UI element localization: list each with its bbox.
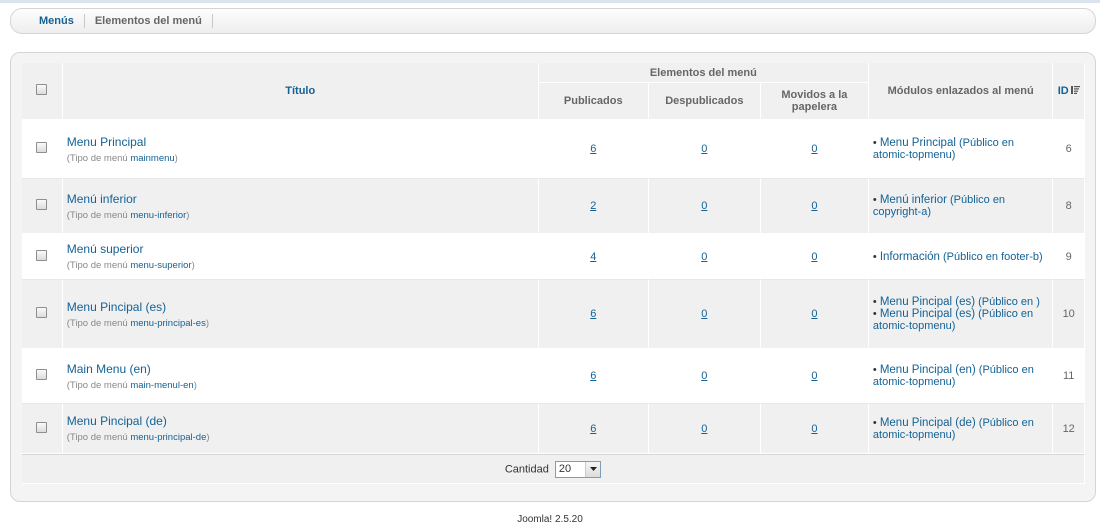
row-checkbox[interactable]: [36, 421, 48, 433]
menu-type: (Tipo de menú menu-superior): [66, 260, 195, 271]
menu-type: (Tipo de menú menu-inferior): [66, 209, 190, 221]
row-checkbox[interactable]: [36, 369, 48, 380]
linked-modules-cell: • Menu Principal (Público en atomic-topm…: [868, 120, 1054, 179]
menu-title-link[interactable]: Menú superior: [67, 242, 534, 256]
menu-type: (Tipo de menú main-menul-en): [66, 379, 197, 391]
linked-module[interactable]: • Menu Pincipal (en) (Público en atomic-…: [873, 364, 1048, 388]
linked-module[interactable]: • Menú inferior (Público en copyright-a): [873, 194, 1048, 218]
menu-title-link[interactable]: Menu Pincipal (de): [67, 414, 534, 428]
menu-type: (Tipo de menú menu-principal-es): [66, 317, 209, 329]
header-id[interactable]: ID: [1058, 85, 1069, 97]
row-checkbox-cell: [22, 120, 63, 179]
linked-modules-cell: • Información (Público en footer-b): [868, 234, 1054, 280]
row-checkbox-cell: [22, 179, 63, 234]
row-checkbox[interactable]: [36, 142, 48, 153]
unpublished-count-link[interactable]: 0: [701, 308, 707, 320]
row-checkbox[interactable]: [36, 199, 48, 210]
linked-module[interactable]: • Información (Público en footer-b): [873, 251, 1048, 263]
menu-title-link[interactable]: Menú inferior: [67, 192, 534, 206]
pagination-row: Cantidad 20: [22, 454, 1085, 484]
trashed-count-link[interactable]: 0: [811, 143, 817, 155]
trashed-count-link[interactable]: 0: [811, 423, 817, 435]
linked-modules-cell: • Menu Pincipal (de) (Público en atomic-…: [868, 404, 1054, 454]
table-row: Menu Pincipal (es) (Tipo de menú menu-pr…: [22, 280, 1085, 349]
chevron-down-icon[interactable]: [585, 461, 601, 477]
unpublished-count-link[interactable]: 0: [701, 200, 707, 212]
version-footer: Joomla! 2.5.20: [517, 514, 583, 525]
id-cell: 8: [1053, 179, 1085, 234]
row-checkbox-cell: [22, 234, 63, 280]
header-unpublished: Despublicados: [648, 83, 761, 120]
id-cell: 10: [1053, 280, 1085, 349]
unpublished-count-link[interactable]: 0: [701, 370, 707, 382]
unpublished-count-link[interactable]: 0: [701, 423, 707, 435]
menu-type: (Tipo de menú menu-principal-de): [66, 432, 210, 443]
row-checkbox[interactable]: [36, 307, 48, 318]
table-row: Menú superior (Tipo de menú menu-superio…: [22, 234, 1085, 280]
limit-value: 20: [558, 463, 572, 475]
menus-panel: Título Elementos del menú Módulos enlaza…: [10, 52, 1096, 502]
title-cell: Menu Pincipal (de) (Tipo de menú menu-pr…: [62, 404, 539, 454]
trashed-count-link[interactable]: 0: [811, 251, 817, 263]
trashed-count-link[interactable]: 0: [811, 370, 817, 382]
published-count-link[interactable]: 6: [590, 370, 596, 382]
menu-type: (Tipo de menú mainmenu): [66, 152, 178, 164]
header-id-cell[interactable]: ID: [1053, 63, 1085, 120]
unpublished-count-link[interactable]: 0: [701, 251, 707, 263]
published-count-link[interactable]: 2: [590, 200, 596, 212]
header-title[interactable]: Título: [62, 63, 539, 120]
header-trashed: Movidos a la papelera: [760, 83, 869, 120]
published-count-link[interactable]: 6: [590, 143, 596, 155]
tab-menu-items[interactable]: Elementos del menú: [85, 14, 212, 28]
header-menu-items-group: Elementos del menú: [538, 63, 869, 83]
row-checkbox-cell: [22, 280, 63, 349]
check-all-checkbox[interactable]: [36, 84, 48, 95]
row-checkbox-cell: [22, 404, 63, 454]
limit-label: Cantidad: [504, 462, 549, 475]
linked-module[interactable]: • Menu Pincipal (es) (Público en atomic-…: [873, 308, 1048, 332]
submenu-tabs: Menús Elementos del menú: [10, 8, 1096, 34]
unpublished-count-link[interactable]: 0: [701, 143, 707, 155]
trashed-count-link[interactable]: 0: [811, 200, 817, 212]
id-cell: 11: [1053, 349, 1085, 404]
header-checkall-cell: [22, 63, 63, 120]
linked-modules-cell: • Menu Pincipal (en) (Público en atomic-…: [868, 349, 1054, 404]
title-cell: Menú superior (Tipo de menú menu-superio…: [62, 234, 539, 280]
table-row: Main Menu (en) (Tipo de menú main-menul-…: [22, 349, 1085, 404]
title-cell: Menú inferior (Tipo de menú menu-inferio…: [62, 179, 539, 234]
row-checkbox-cell: [22, 349, 63, 404]
top-border: [0, 0, 1100, 3]
table-row: Menu Pincipal (de) (Tipo de menú menu-pr…: [22, 404, 1085, 454]
menu-title-link[interactable]: Menu Principal: [67, 135, 534, 149]
linked-module[interactable]: • Menu Pincipal (es) (Público en ): [873, 296, 1048, 308]
limit-select[interactable]: 20: [554, 460, 602, 478]
title-cell: Menu Pincipal (es) (Tipo de menú menu-pr…: [62, 280, 539, 349]
tab-separator: [211, 14, 213, 28]
table-row: Menú inferior (Tipo de menú menu-inferio…: [22, 179, 1085, 234]
linked-module[interactable]: • Menu Pincipal (de) (Público en atomic-…: [873, 417, 1048, 441]
published-count-link[interactable]: 6: [590, 308, 596, 320]
menu-title-link[interactable]: Menu Pincipal (es): [67, 300, 534, 314]
sort-icon: [1070, 85, 1080, 97]
menu-title-link[interactable]: Main Menu (en): [67, 362, 534, 376]
table-row: Menu Principal (Tipo de menú mainmenu) 6…: [22, 120, 1085, 179]
menus-table: Título Elementos del menú Módulos enlaza…: [22, 63, 1085, 484]
linked-modules-cell: • Menu Pincipal (es) (Público en ) • Men…: [868, 280, 1054, 349]
id-cell: 9: [1053, 234, 1085, 280]
title-cell: Menu Principal (Tipo de menú mainmenu): [62, 120, 539, 179]
published-count-link[interactable]: 6: [590, 423, 596, 435]
linked-modules-cell: • Menú inferior (Público en copyright-a): [868, 179, 1054, 234]
tab-menus[interactable]: Menús: [29, 14, 84, 28]
header-modules: Módulos enlazados al menú: [868, 63, 1054, 120]
linked-module[interactable]: • Menu Principal (Público en atomic-topm…: [873, 137, 1048, 161]
row-checkbox[interactable]: [36, 249, 48, 261]
title-cell: Main Menu (en) (Tipo de menú main-menul-…: [62, 349, 539, 404]
pagination-cell: Cantidad 20: [22, 454, 1085, 484]
id-cell: 6: [1053, 120, 1085, 179]
id-cell: 12: [1053, 404, 1085, 454]
trashed-count-link[interactable]: 0: [811, 308, 817, 320]
header-published: Publicados: [538, 83, 649, 120]
published-count-link[interactable]: 4: [590, 251, 596, 263]
